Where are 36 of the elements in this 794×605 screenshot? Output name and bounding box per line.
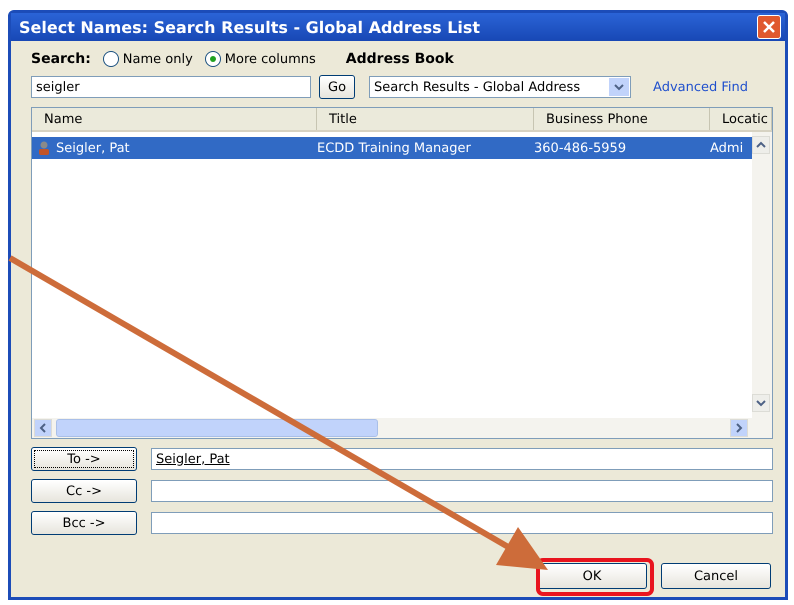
dialog-button[interactable]: OK (537, 563, 647, 589)
search-field[interactable]: seigler (31, 76, 311, 98)
go-button[interactable]: Go (319, 75, 356, 99)
column-header[interactable]: Locatic (710, 108, 772, 130)
search-option[interactable]: Name only (102, 51, 193, 67)
table-cell: Seigler, Pat (32, 140, 317, 156)
dialog-button[interactable]: Cancel (661, 563, 771, 589)
search-label: Search: (31, 51, 91, 67)
vertical-scrollbar[interactable] (752, 132, 772, 418)
column-header[interactable]: Name (32, 108, 317, 130)
scroll-right-icon (734, 423, 744, 433)
scroll-up-icon (756, 140, 766, 150)
close-icon (762, 20, 776, 34)
table-cell-text: ECDD Training Manager (317, 140, 472, 156)
table-cell-text: 360-486-5959 (534, 140, 628, 156)
recipient-button[interactable]: Bcc -> (31, 511, 137, 535)
scroll-left-icon (38, 423, 48, 433)
window-title: Select Names: Search Results - Global Address List (19, 18, 480, 36)
scrollbar-thumb[interactable] (56, 419, 378, 437)
address-book-label: Address Book (346, 51, 454, 67)
recipient-button[interactable]: To -> (31, 447, 137, 471)
column-header[interactable]: Business Phone (534, 108, 710, 130)
recipient-field[interactable] (151, 480, 773, 502)
horizontal-scrollbar[interactable] (32, 418, 772, 438)
table-cell-text: Admi (710, 140, 744, 156)
recipient-field[interactable] (151, 512, 773, 534)
search-option[interactable]: More columns (204, 51, 316, 67)
address-book-dropdown[interactable]: Search Results - Global Address (369, 76, 632, 98)
column-header[interactable]: Title (317, 108, 534, 130)
recipient-field[interactable]: Seigler, Pat (151, 448, 773, 470)
scroll-down-icon (756, 398, 766, 408)
result-row[interactable]: Seigler, Pat ECDD Training Manager 360-486-5959 Admi (32, 137, 752, 159)
close-button[interactable] (757, 15, 781, 39)
recipient-button[interactable]: Cc -> (31, 479, 137, 503)
advanced-find-link[interactable]: Advanced Find (653, 80, 748, 94)
person-icon (38, 141, 50, 155)
